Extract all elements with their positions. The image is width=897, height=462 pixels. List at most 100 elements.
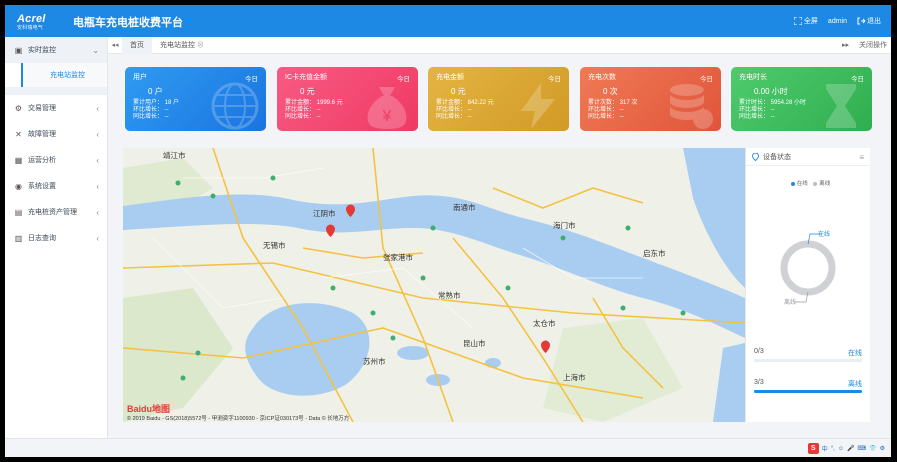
tab-home[interactable]: 首页 — [122, 36, 152, 54]
analysis-icon: ▦ — [14, 155, 23, 165]
legend-label: 在线 — [796, 181, 808, 187]
logout-button[interactable]: 退出 — [857, 16, 881, 26]
panel-title: 设备状态 — [763, 153, 791, 161]
sidebar-subitem-station-monitor[interactable]: 充电站监控 — [21, 63, 107, 87]
sidebar-item-label: 交易管理 — [28, 105, 56, 112]
tab-bar: ◂◂ 首页 充电站监控 ⊗ ▸▸ 关闭操作 — [108, 36, 891, 54]
card-charge-amount: 充电金额 今日 0 元 累计金额： 842.22 元 环比增长： -- 同比增长… — [428, 67, 569, 131]
sidebar-divider — [5, 87, 107, 95]
legend-label: 离线 — [819, 181, 831, 187]
sidebar-item-asset[interactable]: ▤ 充电桩资产管理 ‹ — [5, 199, 107, 225]
card-users: 用户 今日 0 户 累计用户： 18 户 环比增长： -- 同比增长： -- — [125, 67, 266, 131]
online-status-label: 在线 — [848, 350, 862, 357]
ime-toolbar[interactable]: S 中 °, ☺ 🎤 ⌨ 👕 ⚙ — [807, 443, 885, 454]
station-map[interactable]: 靖江市 江阴市 南通市 张家港市 常熟市 海门市 无锡市 苏州市 昆山市 上海市… — [123, 148, 745, 422]
user-menu[interactable]: admin — [828, 18, 847, 25]
sidebar-item-log[interactable]: ▥ 日志查询 ‹ — [5, 225, 107, 251]
chevron-left-icon: ‹ — [96, 233, 99, 243]
map-label: 昆山市 — [463, 338, 486, 348]
location-icon — [752, 152, 759, 161]
offline-progress-fill — [754, 390, 862, 393]
sidebar-item-label: 系统设置 — [28, 183, 56, 190]
donut-label-offline: 离线 — [784, 298, 796, 306]
sidebar-item-transaction[interactable]: ⚙ 交易管理 ‹ — [5, 95, 107, 121]
map-label: 常熟市 — [438, 290, 461, 300]
menu-icon[interactable]: ≡ — [859, 153, 864, 162]
map-label: 南通市 — [453, 202, 476, 212]
logout-icon — [857, 17, 865, 25]
microphone-icon[interactable]: 🎤 — [847, 445, 854, 452]
wrench-icon: ✕ — [15, 129, 22, 139]
sidebar-item-label: 实时监控 — [28, 47, 56, 54]
fullscreen-button[interactable]: 全屏 — [793, 16, 818, 26]
hourglass-icon — [826, 84, 856, 128]
card-charge-duration: 充电时长 今日 0.00 小时 累计时长： 5954.28 小时 环比增长： -… — [731, 67, 872, 131]
sidebar-item-analysis[interactable]: ▦ 运营分析 ‹ — [5, 147, 107, 173]
sidebar-item-fault[interactable]: ✕ 故障管理 ‹ — [5, 121, 107, 147]
tab-station-monitor[interactable]: 充电站监控 ⊗ — [152, 37, 212, 54]
donut-label-online: 在线 — [818, 230, 830, 238]
map-label: 苏州市 — [363, 356, 386, 366]
skin-icon[interactable]: 👕 — [869, 445, 876, 452]
card-ic-recharge: IC卡充值金额 今日 0 元 累计金额： 1999.6 元 环比增长： -- 同… — [277, 67, 418, 131]
chevron-left-icon: ‹ — [96, 155, 99, 165]
logo-subtitle: 安科瑞电气 — [17, 25, 44, 31]
map-label: 上海市 — [563, 372, 586, 382]
chevron-left-icon: ‹ — [96, 207, 99, 217]
close-icon[interactable]: ⊗ — [197, 42, 204, 49]
asset-icon: ▤ — [14, 207, 23, 217]
ime-lang-toggle[interactable]: 中 — [822, 444, 828, 453]
device-status-panel: 设备状态 ≡ 在线 离线 在线 离线 0/3 在线 3/3 离线 — [745, 148, 870, 422]
ime-punct-toggle[interactable]: °, — [831, 446, 835, 452]
fullscreen-label: 全屏 — [803, 18, 818, 25]
sidebar-item-realtime[interactable]: ▣ 实时监控 ⌄ — [5, 37, 107, 63]
tab-label: 充电站监控 — [160, 41, 195, 49]
settings-icon: ◉ — [15, 181, 22, 191]
map-label: 无锡市 — [263, 240, 286, 250]
donut-ring — [780, 240, 836, 296]
sidebar-item-label: 日志查询 — [28, 235, 56, 242]
database-icon — [670, 84, 713, 129]
sidebar-item-label: 充电桩资产管理 — [28, 209, 77, 216]
money-bag-icon: ¥ — [367, 87, 407, 129]
emoji-icon[interactable]: ☺ — [838, 446, 844, 452]
legend-swatch-online — [790, 181, 795, 186]
offline-status-label: 离线 — [848, 381, 862, 388]
online-count: 0/3 — [754, 348, 764, 355]
map-label: 张家港市 — [383, 252, 413, 262]
sidebar-item-label: 故障管理 — [28, 131, 56, 138]
lightning-icon — [521, 83, 555, 129]
map-label: 启东市 — [643, 248, 666, 258]
map-label: 靖江市 — [163, 150, 186, 160]
keyboard-icon[interactable]: ⌨ — [857, 445, 866, 452]
tab-scroll-left-icon[interactable]: ◂◂ — [108, 41, 122, 49]
card-charge-count: 充电次数 今日 0 次 累计次数： 317 次 环比增长： -- 同比增长： -… — [580, 67, 721, 131]
app-frame: Acrel 安科瑞电气 电瓶车充电桩收费平台 全屏 admin 退出 ▣ 实时监… — [5, 5, 891, 457]
map-label: 江阴市 — [313, 208, 336, 218]
logo: Acrel 安科瑞电气 — [17, 13, 46, 31]
offline-stat: 3/3 离线 — [754, 379, 862, 399]
tab-scroll-right-icon[interactable]: ▸▸ — [842, 37, 849, 54]
svg-text:¥: ¥ — [382, 108, 392, 125]
sidebar-item-label: 运营分析 — [28, 157, 56, 164]
close-operations-button[interactable]: 关闭操作 — [859, 37, 887, 54]
online-progress — [754, 359, 862, 362]
expand-icon — [793, 17, 802, 25]
settings-icon[interactable]: ⚙ — [880, 445, 885, 452]
transaction-icon: ⚙ — [14, 103, 23, 113]
sogou-icon[interactable]: S — [807, 443, 819, 454]
bottom-bar: S 中 °, ☺ 🎤 ⌨ 👕 ⚙ — [5, 438, 891, 457]
monitor-icon: ▣ — [14, 45, 23, 55]
app-title: 电瓶车充电桩收费平台 — [73, 17, 183, 29]
stat-cards: 用户 今日 0 户 累计用户： 18 户 环比增长： -- 同比增长： -- I… — [125, 67, 877, 131]
map-canvas[interactable]: 靖江市 江阴市 南通市 张家港市 常熟市 海门市 无锡市 苏州市 昆山市 上海市… — [123, 148, 745, 422]
offline-progress — [754, 390, 862, 393]
map-label: 海门市 — [553, 220, 576, 230]
top-bar: Acrel 安科瑞电气 电瓶车充电桩收费平台 全屏 admin 退出 — [5, 5, 891, 37]
sidebar-item-settings[interactable]: ◉ 系统设置 ‹ — [5, 173, 107, 199]
chevron-down-icon: ⌄ — [92, 45, 99, 55]
chevron-left-icon: ‹ — [96, 129, 99, 139]
log-icon: ▥ — [14, 233, 23, 243]
logout-label: 退出 — [867, 18, 881, 25]
offline-count: 3/3 — [754, 379, 764, 386]
